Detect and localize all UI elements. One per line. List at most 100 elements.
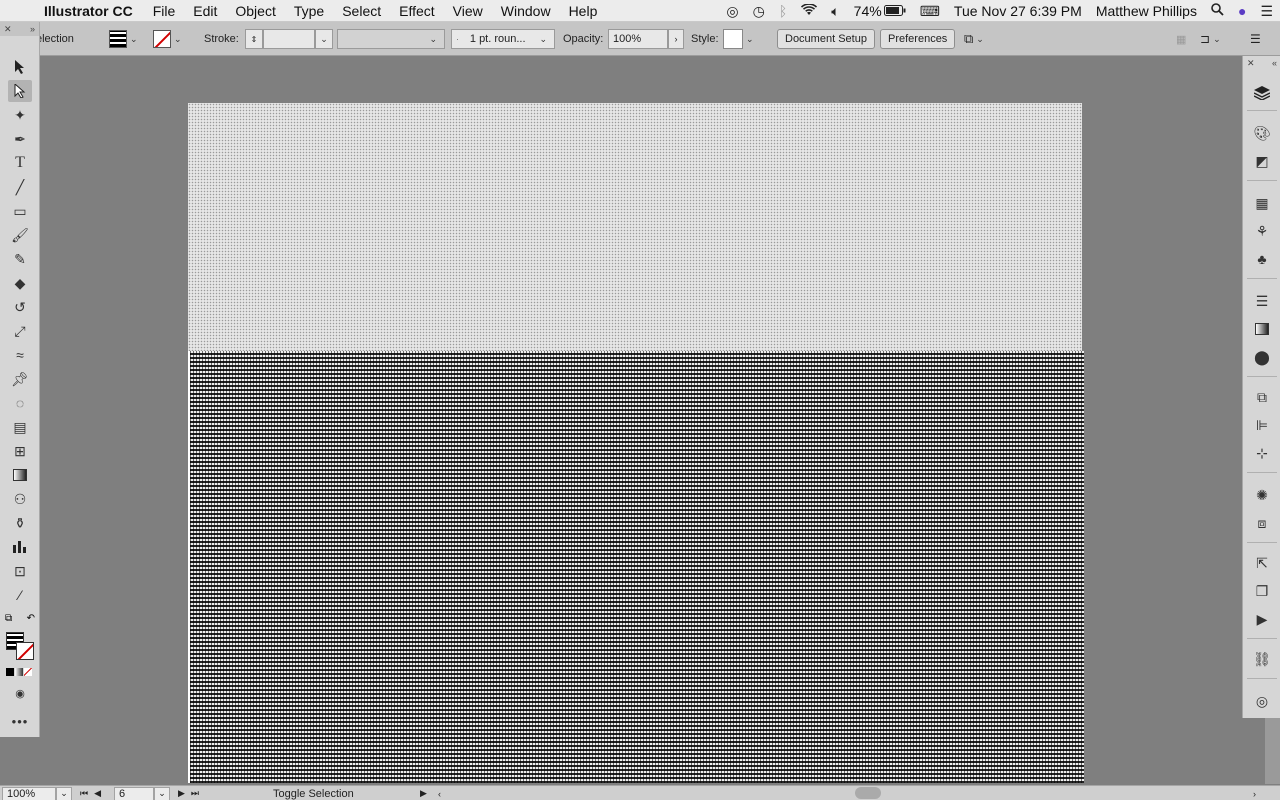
menu-type[interactable]: Type	[285, 0, 333, 22]
cc-libraries-icon[interactable]: ◎	[1251, 690, 1273, 712]
status-text[interactable]: Toggle Selection	[273, 786, 354, 800]
chevron-down-icon[interactable]: ⌄	[127, 34, 141, 45]
graphic-styles-icon[interactable]: ⧈	[1251, 512, 1273, 534]
next-artboard-icon[interactable]: ▶	[178, 788, 185, 799]
chevron-down-icon[interactable]: ⌄	[171, 34, 185, 45]
zoom-input[interactable]: 100%	[2, 786, 56, 800]
previous-artboard-icon[interactable]: ◀	[94, 788, 101, 799]
color-mode-buttons[interactable]	[6, 668, 32, 676]
rectangle-tool-icon[interactable]: ▭	[8, 200, 32, 222]
stroke-panel-icon[interactable]: ☰	[1251, 290, 1273, 312]
appearance-icon[interactable]: ✺	[1251, 484, 1273, 506]
actions-play-icon[interactable]: ▶	[1251, 608, 1273, 630]
color-mode-icon[interactable]	[6, 668, 14, 676]
graphic-style-picker[interactable]: ⌄	[723, 22, 757, 56]
pen-tool-icon[interactable]: ✒	[8, 128, 32, 150]
menu-effect[interactable]: Effect	[390, 0, 444, 22]
artboard-number-field[interactable]: 6 ⌄	[114, 786, 170, 800]
tools-panel-header[interactable]: ✕»	[0, 22, 39, 36]
warp-tool-icon[interactable]: ≈	[8, 344, 32, 366]
eyedropper-icon[interactable]: ⁄	[8, 584, 32, 606]
transparency-icon[interactable]: ⬤	[1251, 346, 1273, 368]
first-artboard-icon[interactable]: ⏮	[80, 788, 88, 799]
align-panel-icon[interactable]: ⊫	[1251, 414, 1273, 436]
scale-tool-icon[interactable]: ⤢	[8, 320, 32, 342]
shape-builder-icon[interactable]: ◌	[8, 392, 32, 414]
battery-icon[interactable]	[883, 0, 913, 22]
menu-view[interactable]: View	[444, 0, 492, 22]
chevron-down-icon[interactable]: ⌄	[743, 34, 757, 45]
gradient-panel-icon[interactable]: ◩	[1251, 150, 1273, 172]
artwork-dark-pattern[interactable]	[190, 351, 1084, 783]
opacity-input[interactable]: 100%	[608, 29, 668, 49]
fill-stroke-indicator[interactable]	[6, 632, 36, 662]
column-graph-icon[interactable]	[8, 536, 32, 558]
pathfinder-icon[interactable]: ⧉	[1251, 386, 1273, 408]
menu-clock[interactable]: Tue Nov 27 6:39 PM	[947, 0, 1089, 22]
magic-wand-icon[interactable]: ✦	[8, 104, 32, 126]
brush-definition[interactable]: · 1 pt. roun... ⌄	[451, 22, 555, 56]
close-icon[interactable]: ✕	[1247, 58, 1255, 69]
wifi-icon[interactable]	[794, 0, 824, 22]
zoom-field[interactable]: 100% ⌄	[2, 786, 72, 800]
paintbrush-icon[interactable]: 🖌︎	[8, 224, 32, 246]
stroke-weight-input[interactable]	[263, 29, 315, 49]
menu-file[interactable]: File	[144, 0, 185, 22]
horizontal-scroll-thumb[interactable]	[855, 787, 881, 799]
collapse-icon[interactable]: «	[1272, 58, 1277, 69]
perspective-grid-icon[interactable]: ▤	[8, 416, 32, 438]
layers-icon[interactable]	[1251, 82, 1273, 104]
artboard-number-input[interactable]: 6	[114, 786, 154, 800]
last-artboard-icon[interactable]: ⏭	[191, 788, 199, 799]
keyboard-input-icon[interactable]: ⌨︎	[913, 0, 947, 22]
collapse-icon[interactable]: »	[30, 22, 35, 36]
blend-tool-icon[interactable]: ⚇	[8, 488, 32, 510]
shaper-tool-icon[interactable]: ✎	[8, 248, 32, 270]
creative-cloud-icon[interactable]: ◎	[719, 0, 745, 22]
opacity-field[interactable]: 100% ›	[608, 22, 684, 56]
bluetooth-icon[interactable]: ᛒ	[772, 0, 794, 22]
line-tool-icon[interactable]: ╱	[8, 176, 32, 198]
brushes-icon[interactable]: ⚘	[1251, 220, 1273, 242]
rotate-tool-icon[interactable]: ↺	[8, 296, 32, 318]
mesh-tool-icon[interactable]: ⊞	[8, 440, 32, 462]
symbol-sprayer-icon[interactable]: ⚱	[8, 512, 32, 534]
symbols-icon[interactable]: ♣	[1251, 248, 1273, 270]
puppet-warp-icon[interactable]: 📌︎	[8, 368, 32, 390]
document-setup-label[interactable]: Document Setup	[777, 29, 875, 49]
type-tool-icon[interactable]: T	[8, 152, 32, 174]
scroll-right-icon[interactable]: ›	[1253, 786, 1256, 800]
eraser-icon[interactable]: ◆	[8, 272, 32, 294]
artboards-panel-icon[interactable]: ❐	[1251, 580, 1273, 602]
menu-user[interactable]: Matthew Phillips	[1089, 0, 1204, 22]
gradient-swatch-icon[interactable]	[1251, 318, 1273, 340]
close-icon[interactable]: ✕	[4, 22, 12, 36]
more-tools-icon[interactable]: •••	[8, 710, 32, 732]
menu-select[interactable]: Select	[333, 0, 390, 22]
artboard-tool-icon[interactable]: ⊡	[8, 560, 32, 582]
chevron-down-icon[interactable]: ⌄	[315, 29, 333, 49]
draw-mode-icon[interactable]: ◉	[8, 682, 32, 704]
chevron-down-icon[interactable]: ⌄	[154, 786, 170, 800]
volume-icon[interactable]: 🔈︎	[824, 0, 846, 22]
arrange-icon[interactable]: ▦	[1176, 22, 1186, 56]
gradient-tool-icon[interactable]	[8, 464, 32, 486]
swatches-icon[interactable]: ▦	[1251, 192, 1273, 214]
menu-help[interactable]: Help	[560, 0, 607, 22]
transform-icon[interactable]: ⊹	[1251, 442, 1273, 464]
artboard[interactable]	[188, 103, 1084, 783]
stroke-swatch[interactable]: ⌄	[153, 22, 185, 56]
list-icon[interactable]: ☰	[1253, 0, 1280, 22]
menu-app-name[interactable]: Illustrator CC	[38, 0, 144, 22]
menu-window[interactable]: Window	[492, 0, 560, 22]
chevron-down-icon[interactable]: ⌄	[536, 34, 550, 45]
selection-tool-icon[interactable]	[8, 56, 32, 78]
chevron-down-icon[interactable]: ⌄	[56, 786, 72, 800]
document-setup-button[interactable]: Document Setup	[777, 22, 875, 56]
panel-menu-icon[interactable]: ☰	[1250, 22, 1261, 56]
align-icon[interactable]: ⊐ ⌄	[1200, 22, 1224, 56]
time-machine-icon[interactable]: ◷	[746, 0, 772, 22]
preferences-button[interactable]: Preferences	[880, 22, 956, 56]
dock-header[interactable]: ✕ «	[1247, 58, 1277, 69]
swap-icon[interactable]: ↶	[27, 613, 35, 627]
